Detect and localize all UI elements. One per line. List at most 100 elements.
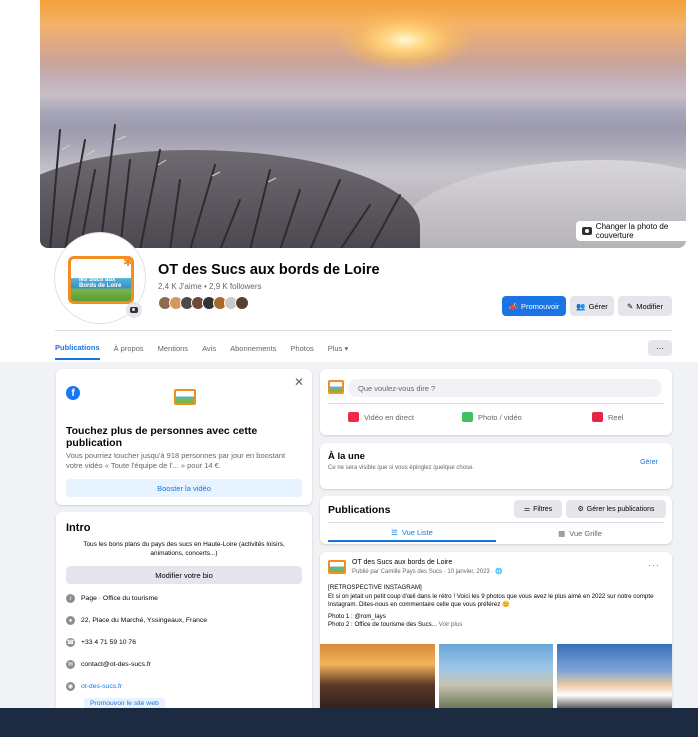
featured-title: À la une <box>328 451 365 462</box>
tab-about[interactable]: À propos <box>114 344 144 353</box>
photo-icon <box>462 412 473 422</box>
live-video-label: Vidéo en direct <box>364 412 414 422</box>
cover-photo: Changer la photo de couverture <box>40 0 686 248</box>
tab-more[interactable]: Plus ▾ <box>328 344 348 353</box>
globe-icon: ◉ <box>66 682 75 691</box>
reel-button[interactable]: Reel <box>592 412 623 422</box>
change-cover-label: Changer la photo de couverture <box>595 222 669 240</box>
reel-icon <box>592 412 603 422</box>
photo-video-label: Photo / vidéo <box>478 412 522 422</box>
info-category-text: Page · Office du tourisme <box>81 595 158 602</box>
composer-avatar <box>328 380 344 394</box>
tab-publications[interactable]: Publications <box>55 343 100 360</box>
tab-subscriptions[interactable]: Abonnements <box>230 344 276 353</box>
phone-icon: ☎ <box>66 638 75 647</box>
post-text-line-content: Photo 2 : Office de tourisme des Sucs... <box>328 621 437 628</box>
promote-label: Promouvoir <box>520 301 560 311</box>
page-logo-thumbnail <box>174 389 196 405</box>
reel-label: Reel <box>608 412 624 422</box>
grid-view-tab[interactable]: ▦ Vue Grille <box>496 524 664 542</box>
logo-text: les Sucs aux Bords de Loire <box>79 277 122 289</box>
cover-frosted-grass <box>49 124 401 248</box>
info-email-text[interactable]: contact@ot-des-sucs.fr <box>81 661 151 668</box>
post-text-line: Et si on jetait un petit coup d'œil dans… <box>328 592 654 609</box>
photo-video-button[interactable]: Photo / vidéo <box>462 412 522 422</box>
info-address-text: 22, Place du Marché, Yssingeaux, France <box>81 617 208 624</box>
manage-label: Gérer <box>588 301 608 311</box>
boost-video-button[interactable]: Booster la vidéo <box>66 479 302 497</box>
intro-title: Intro <box>66 522 91 534</box>
list-view-tab[interactable]: ☰ Vue Liste <box>328 524 496 542</box>
post-meta: Publié par Camille Pays des Sucs · 10 ja… <box>352 569 503 575</box>
sliders-icon: ⚌ <box>523 506 531 513</box>
composer-input[interactable]: Que voulez-vous dire ? <box>348 379 662 397</box>
post-photo[interactable] <box>557 644 673 712</box>
tab-mentions[interactable]: Mentions <box>158 344 188 353</box>
mail-icon: ✉ <box>66 660 75 669</box>
location-pin-icon: ● <box>66 616 75 625</box>
post-author[interactable]: OT des Sucs aux bords de Loire <box>352 559 452 566</box>
boost-title: Touchez plus de personnes avec cette pub… <box>66 425 258 449</box>
facebook-icon: f <box>66 386 80 400</box>
post-text-line: Photo 1 : @rom_lays <box>328 612 386 620</box>
filters-button[interactable]: ⚌ Filtres <box>514 500 562 518</box>
post-text-line: Photo 2 : Office de tourisme des Sucs...… <box>328 621 664 630</box>
intro-description: Tous les bons plans du pays des sucs en … <box>83 541 285 557</box>
post-card: OT des Sucs aux bords de Loire Publié pa… <box>320 552 673 712</box>
info-icon: i <box>66 594 75 603</box>
see-more-link[interactable]: Voir plus <box>439 621 463 628</box>
close-icon[interactable]: ✕ <box>294 375 304 389</box>
post-photos <box>320 644 673 712</box>
post-options-button[interactable]: ··· <box>648 560 660 570</box>
website-link[interactable]: ot-des-sucs.fr <box>81 683 122 690</box>
page-tabs: Publications À propos Mentions Avis Abon… <box>55 335 348 361</box>
post-composer: Que voulez-vous dire ? Vidéo en direct P… <box>320 369 672 435</box>
page-title: OT des Sucs aux bords de Loire <box>158 262 380 278</box>
post-photo[interactable] <box>320 644 435 712</box>
tab-photos[interactable]: Photos <box>290 344 313 353</box>
publications-header: Publications ⚌ Filtres ⚙ Gérer les publi… <box>320 496 672 544</box>
boost-description: Vous pourriez toucher jusqu'à 918 person… <box>66 451 286 470</box>
pencil-icon: ✎ <box>627 301 634 311</box>
live-video-button[interactable]: Vidéo en direct <box>348 412 414 422</box>
info-address: ● 22, Place du Marché, Yssingeaux, Franc… <box>66 616 207 625</box>
follower-avatar <box>235 296 249 310</box>
live-video-icon <box>348 412 359 422</box>
boost-card: f ✕ Touchez plus de personnes avec cette… <box>56 369 312 505</box>
tab-reviews[interactable]: Avis <box>202 344 216 353</box>
list-icon: ☰ <box>391 527 398 537</box>
manage-posts-label: Gérer les publications <box>586 505 655 513</box>
page-logo: ✱ les Sucs aux Bords de Loire <box>68 256 134 304</box>
header-divider <box>55 330 672 331</box>
post-text-line: [RETROSPECTIVE INSTAGRAM] <box>328 584 422 591</box>
tabs-overflow-button[interactable]: ··· <box>648 340 672 356</box>
megaphone-icon: 📣 <box>508 301 518 311</box>
logo-star-icon: ✱ <box>122 256 133 269</box>
manage-posts-button[interactable]: ⚙ Gérer les publications <box>566 500 666 518</box>
users-icon: 👥 <box>576 301 586 311</box>
change-avatar-button[interactable] <box>126 302 142 318</box>
featured-manage-link[interactable]: Gérer <box>640 459 658 466</box>
camera-icon <box>582 227 592 235</box>
grid-icon: ▦ <box>558 528 566 538</box>
composer-divider <box>328 403 664 404</box>
gear-icon: ⚙ <box>577 506 584 513</box>
featured-subtitle: Ce ne sera visible que si vous épinglez … <box>328 465 475 471</box>
featured-card: À la une Ce ne sera visible que si vous … <box>320 443 672 489</box>
edit-bio-button[interactable]: Modifier votre bio <box>66 566 302 584</box>
post-text: [RETROSPECTIVE INSTAGRAM] Et si on jetai… <box>328 584 664 630</box>
page-stats[interactable]: 2,4 K J'aime • 2,9 K followers <box>158 282 261 291</box>
promote-button[interactable]: 📣 Promouvoir <box>502 296 566 316</box>
info-phone-text: +33 4 71 59 10 76 <box>81 639 136 646</box>
publications-title: Publications <box>328 504 391 516</box>
manage-button[interactable]: 👥 Gérer <box>570 296 614 316</box>
publications-divider <box>328 522 664 523</box>
camera-icon <box>130 307 138 313</box>
post-photo[interactable] <box>438 644 554 712</box>
edit-button[interactable]: ✎ Modifier <box>618 296 672 316</box>
filters-label: Filtres <box>533 505 553 513</box>
list-view-label: Vue Liste <box>401 527 433 537</box>
post-author-avatar[interactable] <box>328 560 346 574</box>
change-cover-button[interactable]: Changer la photo de couverture <box>576 221 686 241</box>
follower-avatars[interactable] <box>158 296 249 310</box>
